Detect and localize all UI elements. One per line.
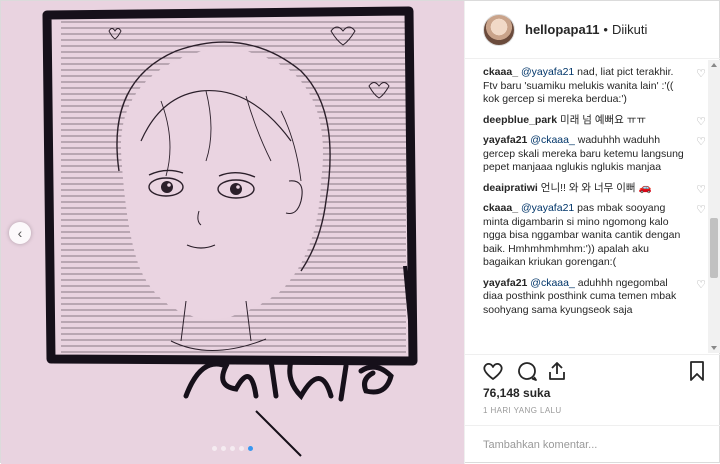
scroll-up-arrow-icon[interactable] (711, 63, 717, 67)
comment-username[interactable]: yayafa21 (483, 134, 527, 146)
comment-text: 언니!! 와 와 너무 이뻐 🚗 (540, 181, 652, 194)
carousel-indicators (1, 446, 464, 451)
add-comment-area (465, 425, 720, 464)
scrollbar-thumb[interactable] (710, 218, 718, 278)
comment-item: yayafa21 @ckaaa_ waduhhh waduhh gercep s… (483, 134, 714, 175)
comment-username[interactable]: deepblue_park (483, 114, 557, 126)
comment-username[interactable]: yayafa21 (483, 277, 527, 289)
add-comment-input[interactable] (483, 426, 703, 464)
comment-bubble-icon[interactable] (515, 359, 539, 383)
carousel-dot-active (248, 446, 253, 451)
comment-username[interactable]: deaipratiwi (483, 182, 538, 194)
comment-mention[interactable]: @ckaaa_ (530, 134, 575, 146)
comments-scrollbar[interactable] (708, 60, 720, 353)
like-heart-icon[interactable] (481, 359, 505, 383)
comment-like-icon[interactable]: ♡ (696, 279, 706, 293)
post-timestamp[interactable]: 1 HARI YANG LALU (483, 406, 562, 415)
sketch-drawing (1, 1, 464, 464)
comment-text: 미래 넘 예뻐요 ㅠㅠ (560, 113, 647, 126)
comment-like-icon[interactable]: ♡ (696, 116, 706, 130)
action-bar (465, 354, 720, 384)
comment-item: deaipratiwi 언니!! 와 와 너무 이뻐 🚗 ♡ (483, 182, 714, 196)
post-header: hellopapa11 • Diikuti (465, 1, 720, 59)
comment-like-icon[interactable]: ♡ (696, 184, 706, 198)
carousel-dot (239, 446, 244, 451)
comment-like-icon[interactable]: ♡ (696, 136, 706, 150)
separator-dot: • (603, 22, 608, 37)
carousel-dot (221, 446, 226, 451)
comment-mention[interactable]: @yayafa21 (521, 66, 574, 78)
comment-item: yayafa21 @ckaaa_ aduhhh ngegombal diaa p… (483, 277, 714, 318)
previous-image-button[interactable]: ‹ (9, 222, 31, 244)
comment-like-icon[interactable]: ♡ (696, 204, 706, 218)
post-side-panel: hellopapa11 • Diikuti ckaaa_ @yayafa21 n… (464, 1, 720, 464)
post-image[interactable]: ‹ (1, 1, 464, 464)
comments-list: ckaaa_ @yayafa21 nad, liat pict terakhir… (465, 60, 714, 353)
share-icon[interactable] (545, 359, 569, 383)
comment-like-icon[interactable]: ♡ (696, 68, 706, 82)
follow-status-button[interactable]: Diikuti (612, 22, 647, 37)
bookmark-icon[interactable] (685, 359, 709, 383)
instagram-post: ‹ hellopapa11 • Diikuti ckaaa_ @yayafa21… (0, 0, 720, 464)
comment-username[interactable]: ckaaa_ (483, 202, 518, 214)
username-link[interactable]: hellopapa11 (525, 22, 599, 37)
comment-item: ckaaa_ @yayafa21 nad, liat pict terakhir… (483, 66, 714, 107)
comment-mention[interactable]: @yayafa21 (521, 202, 574, 214)
carousel-dot (212, 446, 217, 451)
carousel-dot (230, 446, 235, 451)
scroll-down-arrow-icon[interactable] (711, 346, 717, 350)
likes-count[interactable]: 76,148 suka (483, 386, 550, 400)
comment-username[interactable]: ckaaa_ (483, 66, 518, 78)
comment-mention[interactable]: @ckaaa_ (530, 277, 575, 289)
comment-item: deepblue_park 미래 넘 예뻐요 ㅠㅠ ♡ (483, 114, 714, 128)
comment-item: ckaaa_ @yayafa21 pas mbak sooyang minta … (483, 202, 714, 270)
avatar[interactable] (483, 13, 515, 46)
